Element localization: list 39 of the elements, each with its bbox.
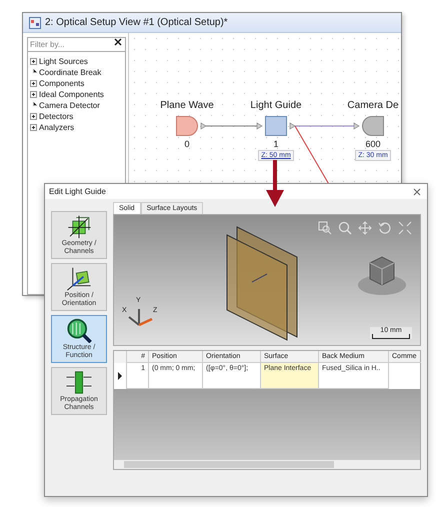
- dialog-title: Edit Light Guide: [49, 187, 106, 196]
- tree-line-icon: [30, 102, 37, 109]
- tree-item[interactable]: Analyzers: [39, 123, 74, 132]
- move-icon[interactable]: [358, 221, 372, 235]
- tree-item[interactable]: Coordinate Break: [39, 68, 102, 77]
- clear-icon[interactable]: [114, 38, 122, 46]
- node-index: 600: [365, 139, 381, 149]
- node-index: 0: [184, 139, 190, 149]
- tree-item[interactable]: Camera Detector: [39, 101, 100, 110]
- expand-icon[interactable]: [30, 58, 37, 65]
- close-icon[interactable]: [413, 188, 421, 196]
- expand-icon[interactable]: [30, 91, 37, 98]
- node-label: Light Guide: [250, 100, 302, 113]
- connector-arrow: [290, 122, 360, 130]
- expand-icon[interactable]: [30, 80, 37, 87]
- component-node[interactable]: [265, 116, 287, 136]
- expand-icon[interactable]: [30, 124, 37, 131]
- search-icon[interactable]: [338, 221, 352, 235]
- node-index: 1: [273, 139, 278, 149]
- horizontal-scrollbar[interactable]: [114, 460, 420, 469]
- tree-line-icon: [30, 69, 37, 76]
- node-label: Plane Wave: [160, 100, 214, 113]
- connector-arrow: [200, 122, 263, 130]
- expand-icon[interactable]: [30, 113, 37, 120]
- zoom-box-icon[interactable]: [318, 221, 332, 235]
- fit-icon[interactable]: [398, 221, 412, 235]
- window-title: 2: Optical Setup View #1 (Optical Setup)*: [45, 17, 228, 28]
- tree-item[interactable]: Light Sources: [39, 57, 88, 66]
- source-node[interactable]: [176, 116, 198, 136]
- node-label: Camera De: [347, 100, 399, 113]
- detector-node[interactable]: [362, 116, 384, 136]
- channels-icon: [64, 370, 94, 395]
- tree-item[interactable]: Ideal Components: [39, 90, 104, 99]
- rotate-icon[interactable]: [378, 221, 392, 235]
- tree-item[interactable]: Detectors: [39, 112, 74, 121]
- window-icon: [29, 16, 41, 28]
- tree-item[interactable]: Components: [39, 79, 84, 88]
- filter-field[interactable]: Filter by...: [27, 37, 126, 52]
- pointer-arrow: [265, 160, 285, 208]
